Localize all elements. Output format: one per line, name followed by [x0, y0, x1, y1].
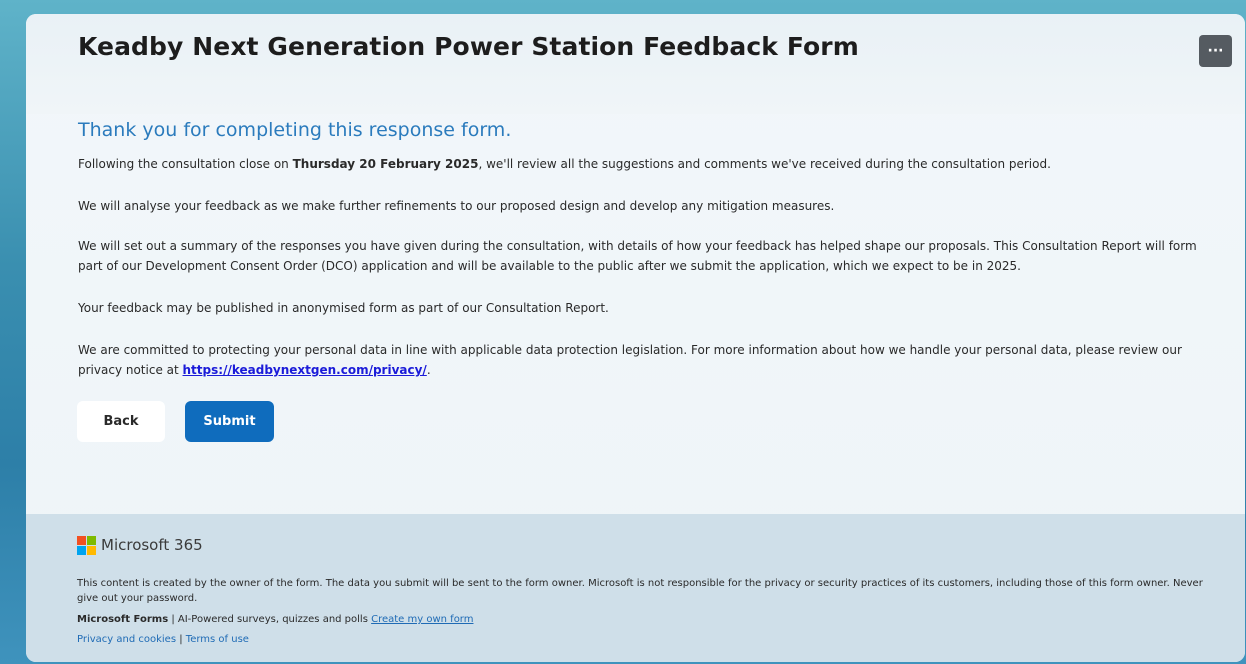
forms-brand: Microsoft Forms: [77, 614, 169, 625]
create-form-link[interactable]: Create my own form: [371, 614, 473, 625]
footer-forms-line: Microsoft Forms | AI-Powered surveys, qu…: [77, 612, 1207, 627]
privacy-notice-link[interactable]: https://keadbynextgen.com/privacy/: [183, 363, 427, 377]
paragraph-consultation-close: Following the consultation close on Thur…: [78, 154, 1208, 174]
footer-separator: |: [176, 634, 186, 645]
form-card: Keadby Next Generation Power Station Fee…: [26, 14, 1245, 662]
paragraph-anonymised: Your feedback may be published in anonym…: [78, 301, 609, 315]
privacy-cookies-link[interactable]: Privacy and cookies: [77, 634, 176, 645]
paragraph-analyse: We will analyse your feedback as we make…: [78, 199, 835, 213]
footer-legal-line: Privacy and cookies | Terms of use: [77, 632, 1207, 647]
p1-text: Following the consultation close on: [78, 157, 293, 171]
form-title: Keadby Next Generation Power Station Fee…: [78, 32, 859, 61]
more-options-button[interactable]: ···: [1199, 35, 1232, 67]
p1-text-end: , we'll review all the suggestions and c…: [478, 157, 1051, 171]
thank-you-heading: Thank you for completing this response f…: [78, 119, 512, 141]
submit-button[interactable]: Submit: [185, 401, 274, 442]
form-header: Keadby Next Generation Power Station Fee…: [26, 14, 1245, 114]
terms-of-use-link[interactable]: Terms of use: [186, 634, 249, 645]
forms-tagline: | AI-Powered surveys, quizzes and polls: [168, 614, 372, 625]
p5-text-end: .: [426, 363, 431, 377]
back-button[interactable]: Back: [77, 401, 165, 442]
brand-name: Microsoft 365: [101, 536, 203, 554]
microsoft-365-logo: Microsoft 365: [77, 536, 203, 555]
more-icon: ···: [1207, 43, 1224, 59]
p1-date: Thursday 20 February 2025: [292, 157, 479, 171]
footer-disclaimer: This content is created by the owner of …: [77, 578, 1203, 604]
microsoft-logo-icon: [77, 536, 96, 555]
paragraph-privacy: We are committed to protecting your pers…: [78, 340, 1208, 380]
paragraph-summary: We will set out a summary of the respons…: [78, 239, 1197, 273]
footer: Microsoft 365 This content is created by…: [26, 514, 1245, 662]
